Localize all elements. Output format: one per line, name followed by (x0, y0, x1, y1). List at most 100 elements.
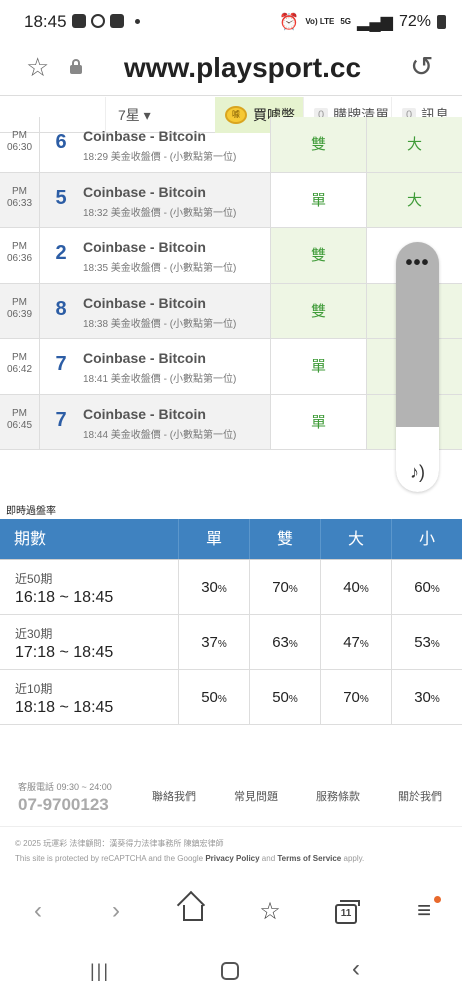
draw-number: 7 (55, 408, 67, 431)
header-big: 大 (320, 519, 391, 559)
terms-of-service-link[interactable]: Terms of Service (277, 854, 341, 863)
system-nav-bar: ||| ‹ (0, 943, 462, 1000)
rate-value: 40% (320, 560, 391, 614)
rate-section-title: 即時過盤率 (6, 506, 56, 517)
rate-table-header: 期數 單 雙 大 小 (0, 519, 462, 560)
battery-icon (437, 15, 446, 29)
header-period: 期數 (14, 531, 47, 548)
rate-value: 37% (178, 615, 249, 669)
recent-apps-icon[interactable]: ||| (90, 961, 110, 982)
service-phone[interactable]: 07-9700123 (18, 795, 112, 815)
draw-source: Coinbase - Bitcoin (83, 405, 206, 422)
draw-results-list: PM 06:30 6 Coinbase - Bitcoin 18:29 美金收盤價… (0, 117, 462, 450)
odd-even-result: 雙 (270, 117, 366, 172)
home-icon[interactable] (183, 905, 203, 921)
header-odd: 單 (178, 519, 249, 559)
volte-icon: Vo) LTE (305, 17, 335, 26)
sync-icon (91, 14, 105, 28)
rate-value: 53% (391, 615, 462, 669)
period-cell: 近50期 16:18 ~ 18:45 (15, 572, 114, 606)
system-home-icon[interactable] (221, 962, 239, 980)
draw-number: 8 (55, 297, 67, 320)
draw-source: Coinbase - Bitcoin (83, 183, 206, 200)
draw-source-detail: 18:32 美金收盤價 - (小數點第一位) (83, 207, 237, 219)
forward-icon[interactable]: › (96, 897, 136, 925)
copyright: © 2025 玩運彩 法律顧問：漢葵得力法律事務所 陳鎮宏律師 (15, 839, 224, 848)
url-text[interactable]: www.playsport.cc (124, 52, 361, 84)
rate-value: 70% (320, 670, 391, 724)
odd-even-result: 單 (270, 339, 366, 394)
rate-value: 70% (249, 560, 320, 614)
status-bar: 18:45 ⏰ Vo) LTE 5G ▂▄▆ 72% (0, 0, 462, 44)
browser-url-bar: ☆ www.playsport.cc ↺ (0, 44, 462, 96)
draw-time: PM 06:42 (0, 339, 40, 394)
signal-icon: ▂▄▆ (357, 14, 393, 31)
draw-source: Coinbase - Bitcoin (83, 239, 206, 255)
system-icons: ⏰ Vo) LTE 5G ▂▄▆ 72% (279, 12, 446, 32)
period-cell: 近30期 17:18 ~ 18:45 (15, 627, 114, 661)
big-small-result: 大 (366, 172, 462, 227)
header-even: 雙 (249, 519, 320, 559)
system-back-icon[interactable]: ‹ (352, 955, 360, 983)
bookmarks-icon[interactable]: ☆ (250, 897, 290, 926)
draw-source-detail: 18:35 美金收盤價 - (小數點第一位) (83, 263, 237, 274)
alert-icon (110, 14, 124, 28)
footer-link-terms[interactable]: 服務條款 (316, 788, 360, 804)
draw-source-detail: 18:44 美金收盤價 - (小數點第一位) (83, 429, 237, 441)
more-options-icon[interactable]: ••• (396, 252, 439, 275)
draw-time: PM 06:39 (0, 283, 40, 338)
reload-icon[interactable]: ↺ (410, 50, 433, 83)
draw-source: Coinbase - Bitcoin (83, 350, 206, 366)
footer-link-faq[interactable]: 常見問題 (234, 788, 278, 804)
draw-time: PM 06:30 (0, 117, 40, 172)
draw-source-detail: 18:29 美金收盤價 - (小數點第一位) (83, 152, 237, 163)
rate-value: 60% (391, 560, 462, 614)
tabs-icon[interactable]: 11 (335, 900, 360, 924)
header-small: 小 (391, 519, 462, 559)
table-row: PM 06:42 7 Coinbase - Bitcoin 18:41 美金收盤價… (0, 339, 462, 395)
big-small-result: 大 (366, 117, 462, 172)
draw-number: 2 (55, 242, 67, 264)
back-icon[interactable]: ‹ (18, 897, 58, 925)
5g-icon: 5G (340, 17, 352, 26)
draw-source-detail: 18:41 美金收盤價 - (小數點第一位) (83, 374, 237, 385)
table-row: PM 06:36 2 Coinbase - Bitcoin 18:35 美金收盤價… (0, 228, 462, 284)
table-row: 近10期 18:18 ~ 18:45 50% 50% 70% 30% (0, 670, 462, 725)
odd-even-result: 單 (270, 394, 366, 449)
battery-percent: 72% (398, 13, 431, 30)
odd-even-result: 單 (270, 172, 366, 227)
table-row: PM 06:39 8 Coinbase - Bitcoin 18:38 美金收盤價… (0, 283, 462, 339)
notification-icons (72, 14, 140, 28)
table-row: PM 06:45 7 Coinbase - Bitcoin 18:44 美金收盤價… (0, 394, 462, 450)
rate-value: 30% (178, 560, 249, 614)
draw-number: 6 (55, 131, 67, 153)
lock-icon[interactable] (70, 59, 82, 74)
draw-source-detail: 18:38 美金收盤價 - (小數點第一位) (83, 318, 237, 330)
table-row: 近30期 17:18 ~ 18:45 37% 63% 47% 53% (0, 615, 462, 670)
table-row: 近50期 16:18 ~ 18:45 30% 70% 40% 60% (0, 560, 462, 615)
bookmark-star-icon[interactable]: ☆ (26, 52, 49, 83)
draw-source: Coinbase - Bitcoin (83, 128, 206, 144)
footer-link-about[interactable]: 關於我們 (398, 788, 442, 804)
gallery-icon (72, 14, 86, 28)
sound-icon[interactable]: ♪) (396, 462, 439, 483)
volume-panel[interactable]: ••• ♪) (396, 242, 439, 492)
status-time: 18:45 (24, 12, 67, 31)
browser-bottom-nav: ‹ › ☆ 11 ≡ (0, 885, 462, 943)
menu-notification-dot (434, 896, 441, 903)
recaptcha-notice: This site is protected by reCAPTCHA and … (15, 854, 365, 863)
alarm-icon: ⏰ (279, 14, 300, 31)
rate-value: 30% (391, 670, 462, 724)
draw-source: Coinbase - Bitcoin (83, 294, 206, 311)
footer-link-contact[interactable]: 聯絡我們 (152, 788, 196, 804)
rate-value: 47% (320, 615, 391, 669)
draw-time: PM 06:33 (0, 172, 40, 227)
rate-table: 期數 單 雙 大 小 近50期 16:18 ~ 18:45 30% 70% 40… (0, 519, 462, 725)
footer-divider (0, 826, 462, 827)
odd-even-result: 雙 (270, 283, 366, 338)
draw-time: PM 06:45 (0, 394, 40, 449)
privacy-policy-link[interactable]: Privacy Policy (205, 854, 259, 863)
odd-even-result: 雙 (270, 228, 366, 283)
rate-value: 50% (249, 670, 320, 724)
table-row: PM 06:33 5 Coinbase - Bitcoin 18:32 美金收盤價… (0, 172, 462, 228)
